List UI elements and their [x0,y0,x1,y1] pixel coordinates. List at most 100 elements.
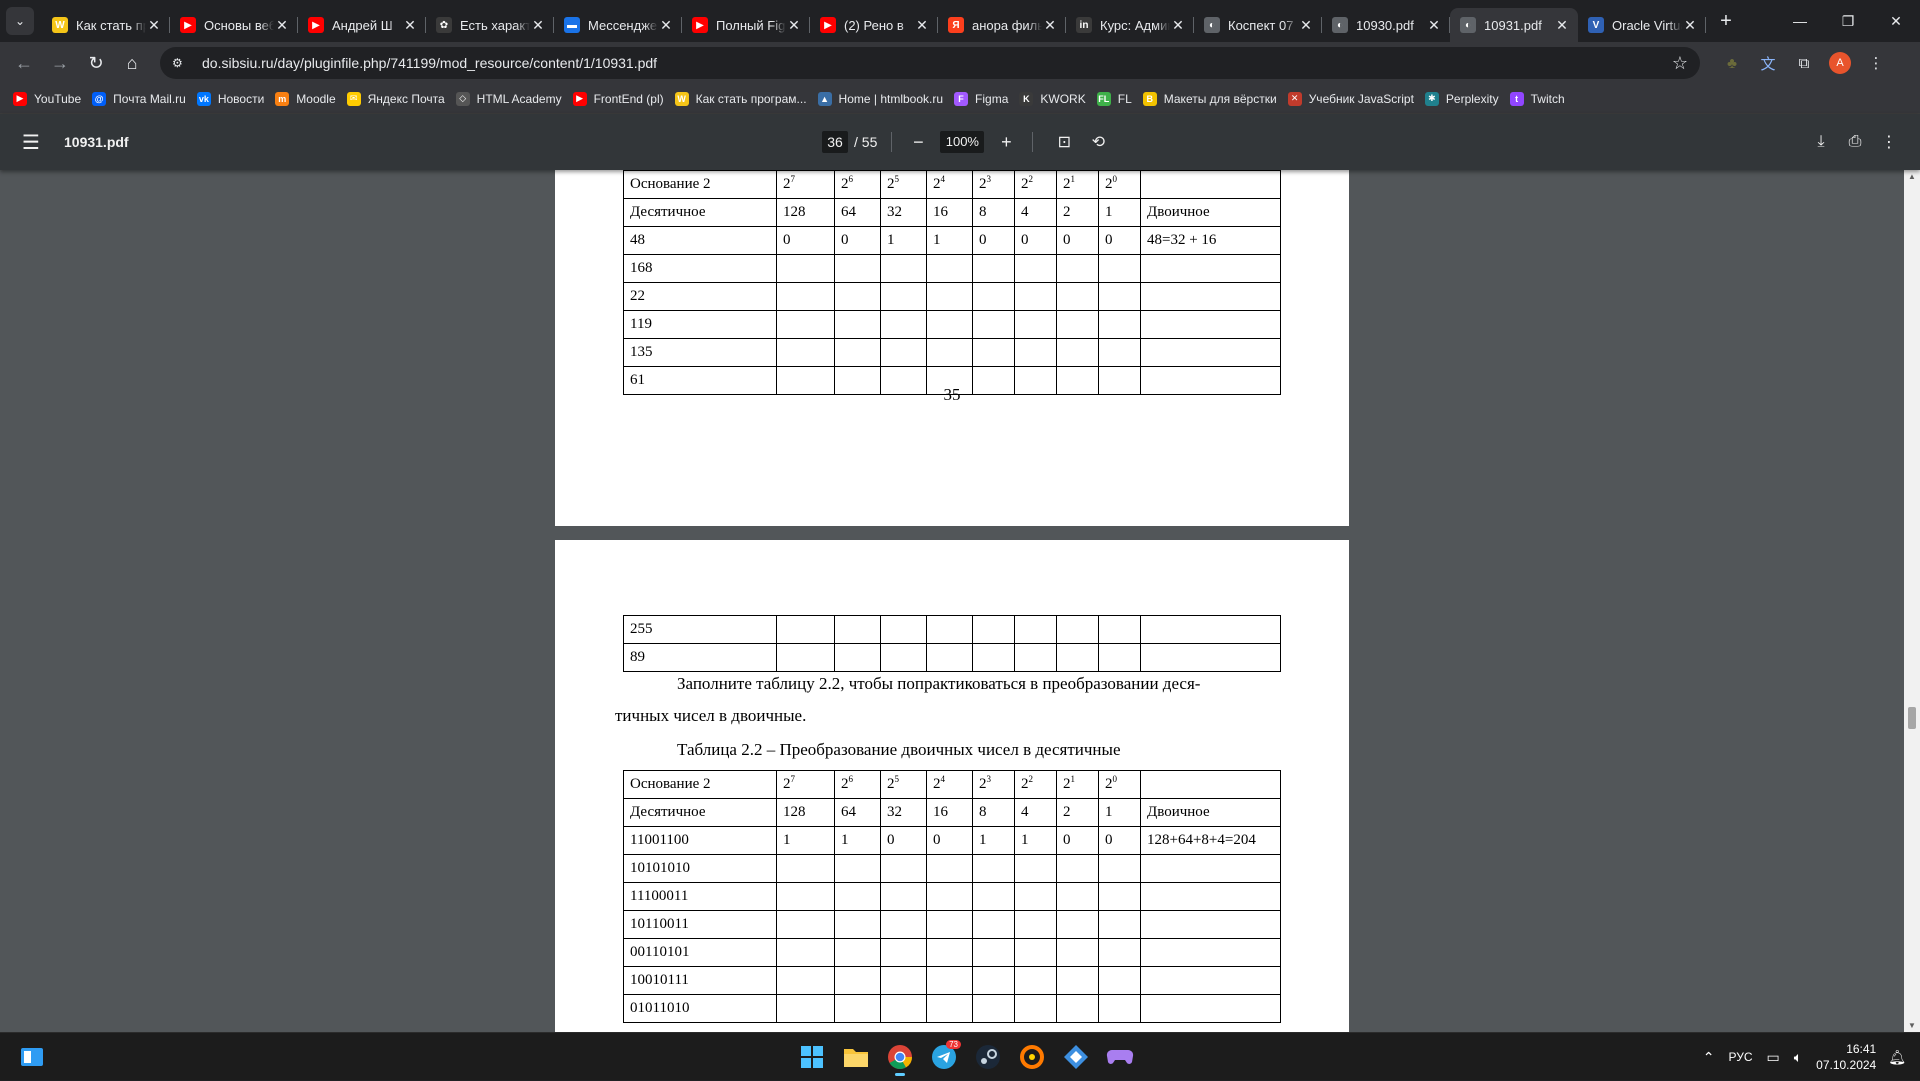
bookmark-item[interactable]: ◇ HTML Academy [453,87,570,111]
bookmark-item[interactable]: K KWORK [1016,87,1093,111]
download-icon[interactable]: ⤓ [1804,133,1838,151]
browser-tab[interactable]: ◐ 10931.pdf ✕ [1450,8,1578,42]
page-number-input[interactable]: 36 [822,131,848,153]
tab-search-button[interactable]: ⌄ [6,7,34,35]
notification-bell-icon[interactable]: 🔔︎ [1888,1049,1906,1066]
browser-tab[interactable]: ◐ 10930.pdf ✕ [1322,8,1450,42]
vertical-scrollbar[interactable]: ▲ ▼ [1904,170,1920,1032]
tab-close-icon[interactable]: ✕ [1682,17,1698,34]
fit-page-icon[interactable]: ⊡ [1047,132,1081,152]
address-bar[interactable]: ⚙ do.sibsiu.ru/day/pluginfile.php/741199… [160,47,1700,79]
bookmark-item[interactable]: ✕ Учебник JavaScript [1285,87,1422,111]
table-cell: 0 [776,226,835,255]
back-button[interactable]: ← [6,47,42,79]
network-icon[interactable]: ▭ [1767,1049,1780,1066]
tab-close-icon[interactable]: ✕ [530,17,546,34]
browser-tab[interactable]: W Как стать программистом✕ [42,8,170,42]
tray-chevron-icon[interactable]: ⌃ [1703,1049,1715,1066]
browser-tab[interactable]: ▶ Андрей Ш ✕ [298,8,426,42]
table-cell [834,254,881,283]
browser-tab[interactable]: ▬ Мессенджер ✕ [554,8,682,42]
bookmark-item[interactable]: B Макеты для вёрстки [1140,87,1285,111]
tab-close-icon[interactable]: ✕ [146,17,162,34]
translate-icon[interactable]: 文 [1750,47,1786,79]
cell-text: 2 [1063,776,1071,792]
tab-strip: ⌄ WКак стать программистом✕▶Основы веб-р… [0,0,1920,42]
profile-avatar[interactable]: A [1822,47,1858,79]
bookmark-star-icon[interactable]: ☆ [1672,53,1688,74]
file-explorer-icon[interactable] [834,1037,878,1077]
minimize-button[interactable]: — [1776,0,1824,42]
table-cell: Десятичное [623,198,777,227]
bookmark-item[interactable]: ▶ YouTube [10,87,89,111]
close-window-button[interactable]: ✕ [1872,0,1920,42]
tab-close-icon[interactable]: ✕ [786,17,802,34]
tab-close-icon[interactable]: ✕ [1426,17,1442,34]
zoom-level-input[interactable]: 100% [940,131,985,153]
browser-tab[interactable]: V Oracle VirtualBox✕ [1578,8,1706,42]
tab-close-icon[interactable]: ✕ [1042,17,1058,34]
telegram-icon[interactable]: 73 [922,1037,966,1077]
bookmark-item[interactable]: vk Новости [194,87,272,111]
zoom-out-button[interactable]: − [906,132,930,153]
bookmark-item[interactable]: @ Почта Mail.ru [89,87,194,111]
extensions-puzzle-icon[interactable]: ⧉ [1786,47,1822,79]
print-icon[interactable]: ⎙ [1838,133,1872,151]
home-button[interactable]: ⌂ [114,47,150,79]
browser-menu-icon[interactable]: ⋮ [1858,47,1894,79]
bookmark-item[interactable]: ▶ FrontEnd (pl) [570,87,672,111]
tab-close-icon[interactable]: ✕ [658,17,674,34]
steam-icon[interactable] [966,1037,1010,1077]
chrome-icon[interactable] [878,1037,922,1077]
bookmark-item[interactable]: ✉ Яндекс Почта [344,87,453,111]
gamepad-icon[interactable] [1098,1037,1142,1077]
cell-text: 2 [783,776,791,792]
bookmark-item[interactable]: W Как стать програм... [672,87,815,111]
new-tab-button[interactable]: + [1712,7,1740,35]
tab-close-icon[interactable]: ✕ [1554,17,1570,34]
bookmark-item[interactable]: ✱ Perplexity [1422,87,1507,111]
tab-close-icon[interactable]: ✕ [1170,17,1186,34]
extension-icon[interactable]: ♣ [1714,47,1750,79]
start-button[interactable] [790,1037,834,1077]
forward-button[interactable]: → [42,47,78,79]
tab-close-icon[interactable]: ✕ [274,17,290,34]
scrollbar-thumb[interactable] [1908,707,1916,729]
hamburger-menu-icon[interactable]: ☰ [22,130,46,155]
language-indicator[interactable]: РУС [1728,1050,1752,1064]
tab-close-icon[interactable]: ✕ [1298,17,1314,34]
tab-favicon-icon: ▶ [820,17,836,33]
restore-button[interactable]: ❐ [1824,0,1872,42]
more-options-icon[interactable]: ⋮ [1872,132,1906,152]
bookmark-item[interactable]: FL FL [1094,87,1140,111]
browser-tab[interactable]: ✿ Есть характер✕ [426,8,554,42]
widgets-icon[interactable] [20,1045,44,1069]
app-icon-orange[interactable] [1010,1037,1054,1077]
browser-tab[interactable]: Яанора фильм✕ [938,8,1066,42]
app-icon-blue[interactable] [1054,1037,1098,1077]
rotate-icon[interactable]: ⟲ [1081,132,1115,152]
cell-text: Двоичное [1147,804,1210,820]
cell-text: 11001100 [630,832,689,848]
tab-close-icon[interactable]: ✕ [914,17,930,34]
browser-tab[interactable]: ◐ Коспект 07 ✕ [1194,8,1322,42]
pdf-viewer: Основание 2 27 26 25 24 23 22 21 20 Десятичное 128… [0,170,1920,1032]
browser-tab[interactable]: ▶ Основы веб-разработки✕ [170,8,298,42]
volume-icon[interactable]: 🔈︎ [1794,1049,1802,1066]
site-info-icon[interactable]: ⚙ [172,56,192,70]
bookmark-item[interactable]: m Moodle [272,87,343,111]
bookmark-item[interactable]: F Figma [951,87,1016,111]
tab-close-icon[interactable]: ✕ [402,17,418,34]
bookmark-item[interactable]: t Twitch [1507,87,1573,111]
browser-tab[interactable]: ▶ Полный Figma✕ [682,8,810,42]
browser-tab[interactable]: ▶ (2) Рено в ✕ [810,8,938,42]
scroll-down-arrow[interactable]: ▼ [1904,1021,1920,1030]
zoom-in-button[interactable]: + [994,132,1018,153]
scroll-up-arrow[interactable]: ▲ [1904,172,1920,181]
bookmark-item[interactable]: ▲ Home | htmlbook.ru [815,87,952,111]
cell-text: 48 [630,232,645,248]
table-cell [1098,310,1141,339]
clock[interactable]: 16:41 07.10.2024 [1816,1041,1876,1073]
reload-button[interactable]: ↻ [78,47,114,79]
browser-tab[interactable]: in Курс: Администрирование✕ [1066,8,1194,42]
